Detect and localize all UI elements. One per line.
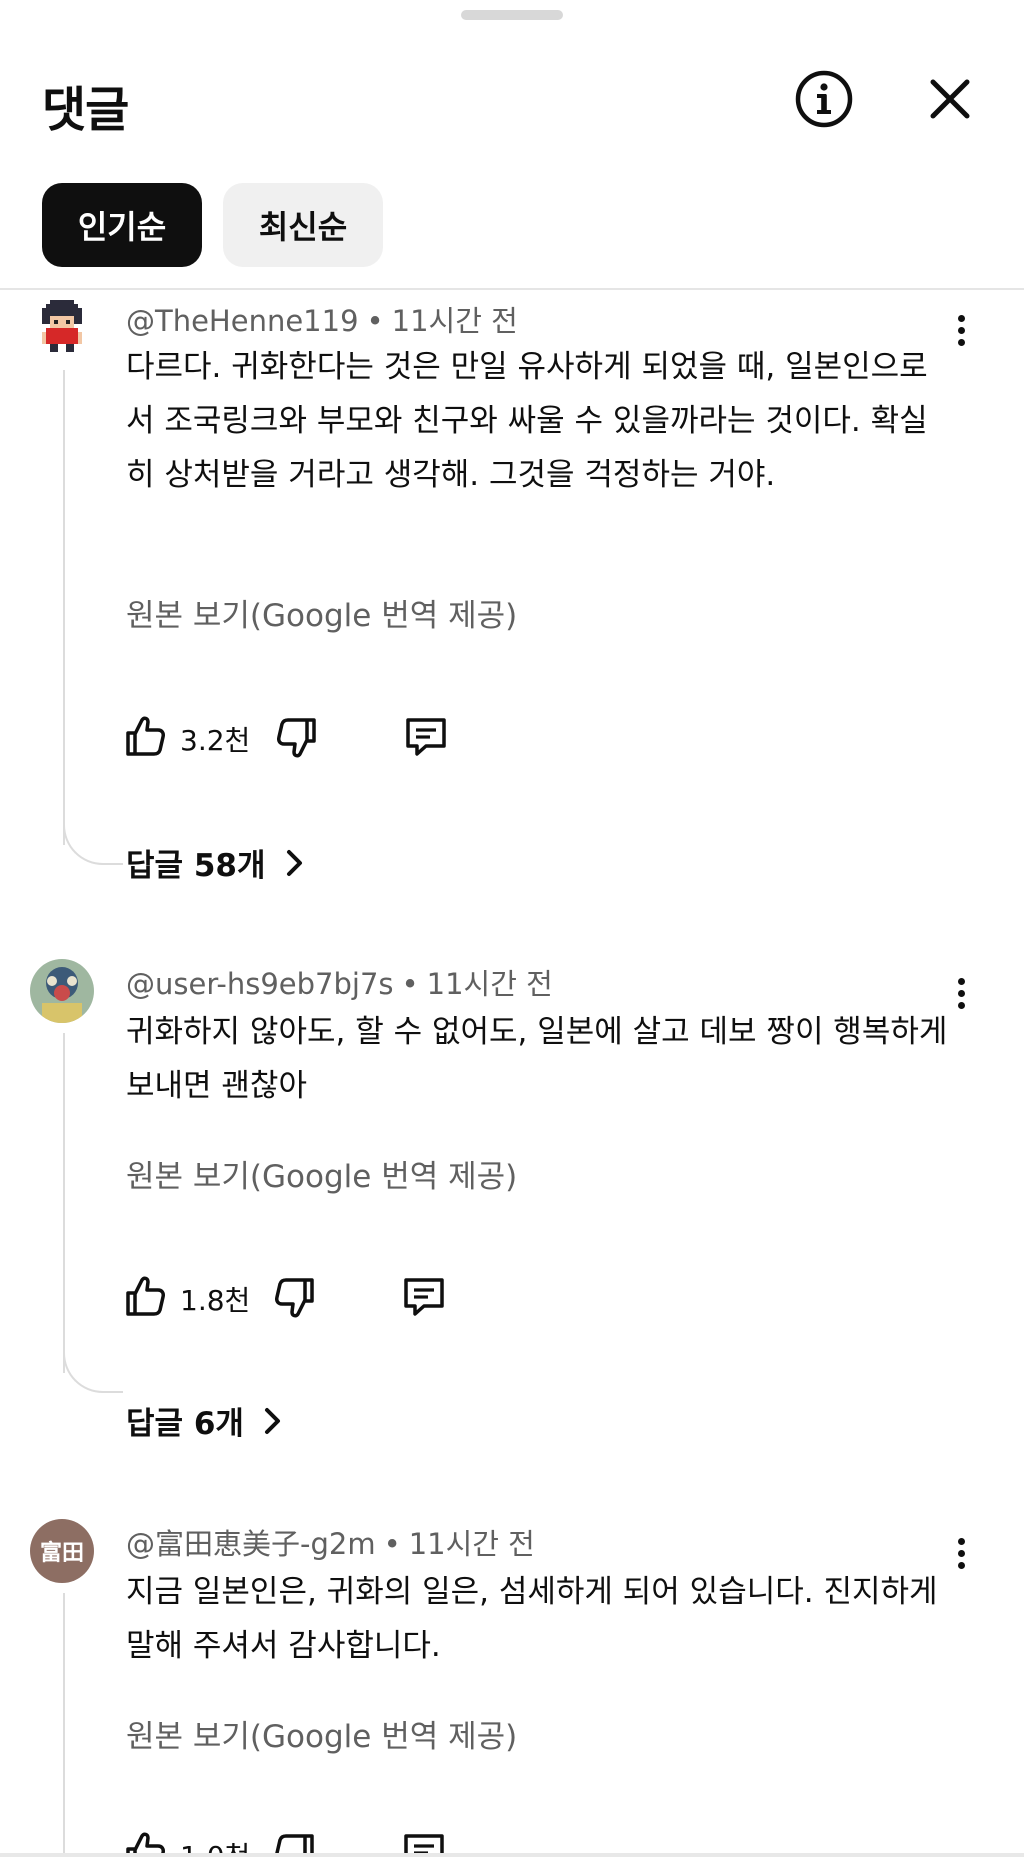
sort-chip-newest[interactable]: 최신순 — [223, 183, 383, 267]
comment-author[interactable]: @TheHenne119 — [126, 304, 359, 338]
thumbs-up-icon[interactable] — [122, 713, 168, 759]
comment-item: @TheHenne119 • 11시간 전 다르다. 귀화한다는 것은 만일 유사하… — [0, 290, 1024, 930]
comments-header: 댓글 인기순 최신순 — [0, 0, 1024, 290]
see-original-link[interactable]: 원본 보기(Google 번역 제공) — [126, 1151, 517, 1196]
info-icon[interactable] — [793, 68, 855, 130]
comment-text: 다르다. 귀화한다는 것은 만일 유사하게 되었을 때, 일본인으로서 조국링크… — [126, 349, 928, 493]
comment-meta: @富田恵美子-g2m • 11시간 전 — [126, 1527, 535, 1561]
thread-curve — [63, 1353, 123, 1393]
avatar[interactable]: 富田 — [30, 1519, 94, 1583]
comment-author[interactable]: @user-hs9eb7bj7s — [126, 967, 394, 1001]
avatar[interactable] — [30, 296, 94, 360]
comment-text: 지금 일본인은, 귀화의 일은, 섬세하게 되어 있습니다. 진지하게 말해 주… — [126, 1574, 938, 1664]
page-title: 댓글 — [42, 82, 129, 138]
chevron-right-icon — [286, 849, 302, 876]
replies-count-label: 답글 6개 — [126, 1406, 244, 1442]
comment-meta: @user-hs9eb7bj7s • 11시간 전 — [126, 967, 553, 1001]
thumbs-down-icon[interactable] — [274, 715, 320, 761]
thread-curve — [63, 825, 123, 865]
thumbs-down-icon[interactable] — [272, 1275, 318, 1321]
avatar[interactable] — [30, 959, 94, 1023]
see-original-link[interactable]: 원본 보기(Google 번역 제공) — [126, 1711, 517, 1756]
like-count: 3.2천 — [180, 724, 251, 757]
thread-line — [63, 370, 65, 845]
comment-time: 11시간 전 — [391, 304, 518, 338]
see-original-link[interactable]: 원본 보기(Google 번역 제공) — [126, 590, 517, 635]
comment-actions: 1.8천 — [122, 1273, 482, 1323]
avatar-text: 富田 — [39, 1541, 84, 1566]
comment-time: 11시간 전 — [426, 967, 553, 1001]
sort-chip-popular[interactable]: 인기순 — [42, 183, 202, 267]
comment-text: 귀화하지 않아도, 할 수 없어도, 일본에 살고 데보 짱이 행복하게 보내면… — [126, 1014, 948, 1104]
reply-icon[interactable] — [402, 713, 450, 761]
view-replies-button[interactable]: 답글 58개 — [126, 840, 306, 885]
reply-icon[interactable] — [400, 1273, 448, 1321]
replies-count-label: 답글 58개 — [126, 848, 266, 884]
thread-line — [63, 1593, 65, 1857]
comment-time: 11시간 전 — [408, 1527, 535, 1561]
comment-actions: 3.2천 — [122, 713, 482, 763]
comment-meta: @TheHenne119 • 11시간 전 — [126, 304, 518, 338]
chevron-right-icon — [264, 1407, 280, 1434]
like-count: 1.8천 — [180, 1284, 251, 1317]
thread-line — [63, 1033, 65, 1373]
close-icon[interactable] — [925, 74, 975, 124]
bottom-edge — [0, 1853, 1024, 1857]
thumbs-up-icon[interactable] — [122, 1273, 168, 1319]
comment-author[interactable]: @富田恵美子-g2m — [126, 1527, 376, 1561]
comment-item: @user-hs9eb7bj7s • 11시간 전 귀화하지 않아도, 할 수 없어… — [0, 955, 1024, 1475]
comment-item: 富田 @富田恵美子-g2m • 11시간 전 지금 일본인은, 귀화의 일은, 섬세… — [0, 1515, 1024, 1857]
view-replies-button[interactable]: 답글 6개 — [126, 1398, 284, 1443]
